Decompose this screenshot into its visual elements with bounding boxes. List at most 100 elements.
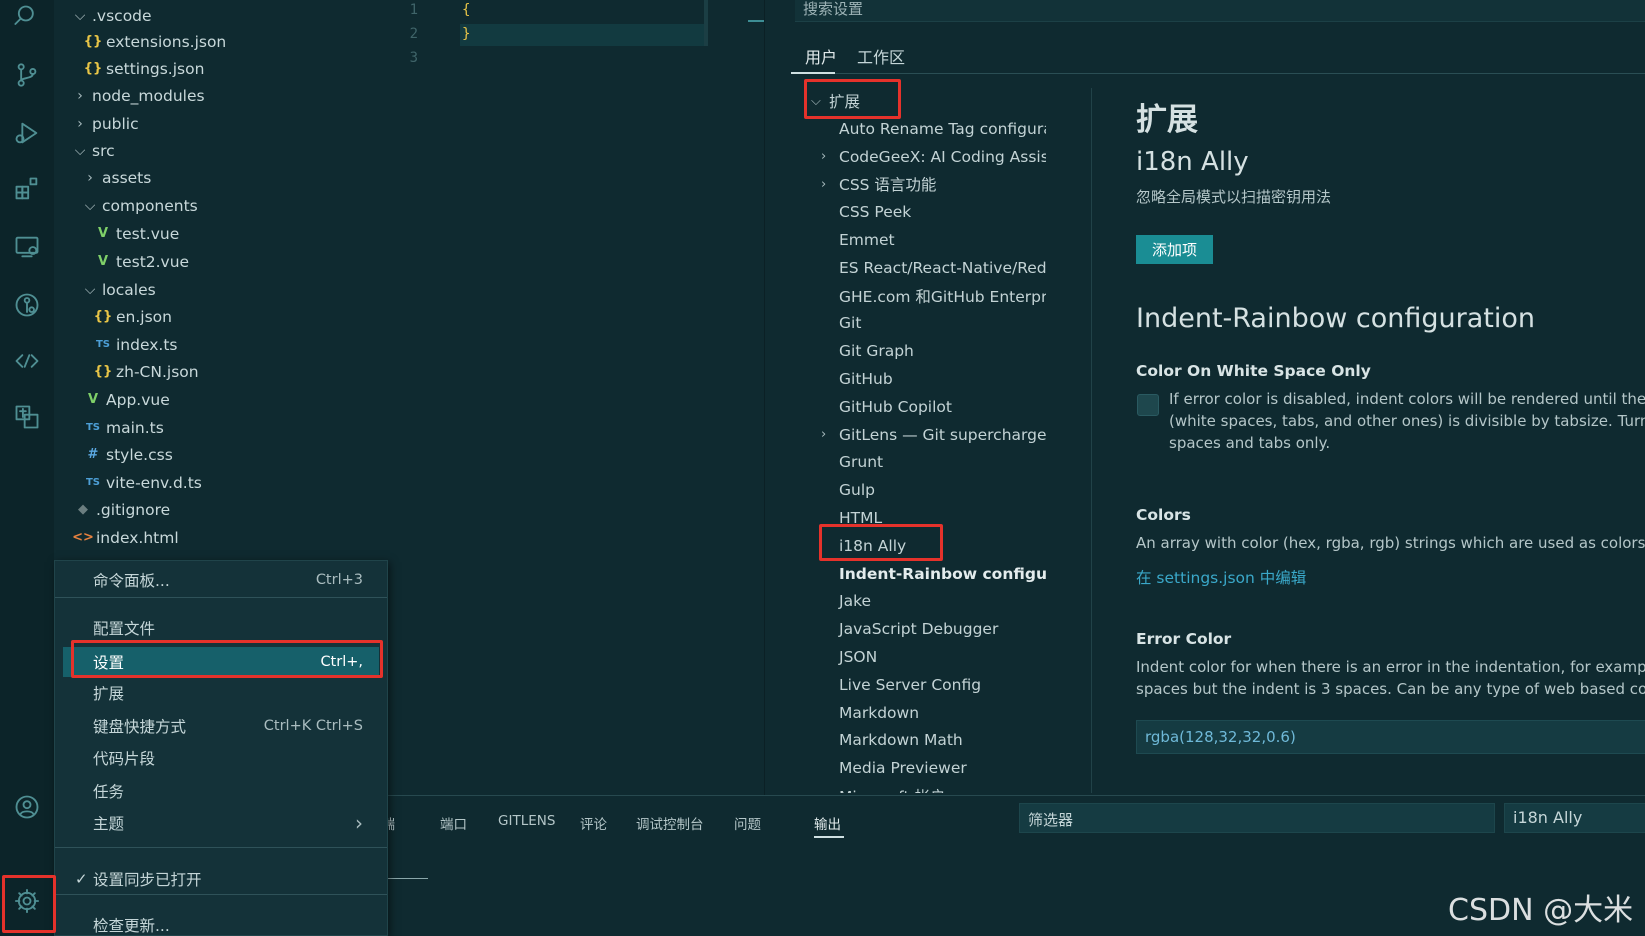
explorer-item[interactable]: ◆ .gitignore (72, 496, 170, 523)
tab-user[interactable]: 用户 (805, 44, 837, 68)
explorer-item-label: node_modules (92, 86, 205, 105)
explorer-item[interactable]: {} settings.json (82, 55, 205, 82)
tab-debug-console[interactable]: 调试控制台 (636, 813, 704, 833)
toc-item[interactable]: CSS Peek (839, 199, 911, 225)
toc-item[interactable]: Live Server Config (839, 672, 981, 698)
chevron-down-icon: ⌵ (84, 197, 96, 214)
explorer-item-label: src (92, 141, 115, 160)
toc-item-label: Auto Rename Tag configuration (839, 119, 1046, 138)
toc-item[interactable]: GHE.com 和GitHub Enterprise服... (839, 283, 1046, 309)
menu-item[interactable]: 主题 › (63, 808, 379, 838)
minimap-slider[interactable] (748, 20, 764, 22)
editor-pane[interactable]: 1 2 3 { } (354, 0, 764, 795)
toc-item[interactable]: Git Graph (839, 338, 914, 364)
toc-item-label: Gulp (839, 481, 875, 500)
add-item-button[interactable]: 添加项 (1136, 235, 1214, 264)
explorer-item[interactable]: ⌵ locales (82, 276, 156, 303)
menu-item-label: 设置同步已打开 (93, 871, 202, 889)
editor-scrollbar[interactable] (704, 0, 708, 46)
toc-item[interactable]: Media Previewer (839, 755, 967, 781)
menu-item[interactable]: 键盘快捷方式 Ctrl+K Ctrl+S (63, 711, 379, 741)
output-filter-input[interactable]: 筛选器 (1019, 803, 1495, 833)
toc-item[interactable]: Auto Rename Tag configuration (839, 116, 1046, 142)
toc-item[interactable]: Gulp (839, 477, 875, 503)
explorer-item[interactable]: Vtest.vue (92, 220, 179, 247)
account-icon[interactable] (6, 786, 48, 828)
toc-item[interactable]: › Microsoft 帐户 (821, 783, 945, 793)
menu-item[interactable]: 代码片段 (63, 743, 379, 773)
toc-item[interactable]: Emmet (839, 227, 895, 253)
explorer-item-label: extensions.json (106, 32, 227, 51)
explorer-item[interactable]: Vtest2.vue (92, 248, 189, 275)
explorer-item-label: test.vue (116, 224, 180, 243)
menu-item[interactable]: ✓ 设置同步已打开 (63, 864, 379, 894)
tab-output[interactable]: 输出 (814, 813, 841, 833)
colors-setting-title: Colors (1136, 506, 1191, 524)
remote-explorer-icon[interactable] (6, 226, 48, 268)
settings-search-input[interactable]: 搜索设置 (795, 0, 1645, 22)
toc-item[interactable]: Grunt (839, 449, 883, 475)
toc-item[interactable]: Indent-Rainbow configuration (839, 561, 1046, 587)
source-control-icon[interactable] (6, 54, 48, 96)
tab-ports[interactable]: 端口 (440, 813, 467, 833)
toc-item[interactable]: JavaScript Debugger (839, 616, 998, 642)
edit-in-settings-json-link[interactable]: 在 settings.json 中编辑 (1136, 566, 1306, 588)
explorer-item-label: locales (102, 280, 156, 299)
explorer-item[interactable]: ⌵ .vscode (72, 2, 152, 29)
explorer-item[interactable]: TS main.ts (82, 414, 164, 441)
watermark: CSDN @大米 (1448, 893, 1634, 928)
explorer-item[interactable]: › assets (82, 164, 151, 191)
tab-workspace[interactable]: 工作区 (857, 44, 905, 68)
toc-item[interactable]: GitHub Copilot (839, 394, 952, 420)
toc-item[interactable]: › CSS 语言功能 (821, 171, 937, 197)
translate-icon[interactable] (6, 396, 48, 438)
toc-item-label: JSON (839, 648, 878, 666)
tab-problems[interactable]: 问题 (734, 813, 761, 833)
live-share-icon[interactable] (6, 340, 48, 382)
toc-item-label: Git Graph (839, 342, 914, 361)
toc-item[interactable]: JSON (839, 644, 877, 670)
toc-item[interactable]: Git (839, 310, 861, 336)
extensions-icon[interactable] (6, 168, 48, 210)
tab-gitlens[interactable]: GITLENS (498, 813, 555, 829)
explorer-item[interactable]: › public (72, 110, 138, 137)
explorer-item[interactable]: {} en.json (92, 303, 172, 330)
output-channel-select[interactable]: i18n Ally (1504, 803, 1645, 833)
tab-comments[interactable]: 评论 (580, 813, 607, 833)
white-space-checkbox[interactable] (1137, 394, 1159, 416)
explorer-item[interactable]: › node_modules (72, 82, 205, 109)
toc-item[interactable]: › CodeGeeX: AI Coding Assistant (821, 144, 1046, 170)
toc-item-label: CSS 语言功能 (839, 176, 937, 195)
toc-item-label: Markdown (839, 703, 920, 722)
indent-rainbow-title: Indent-Rainbow configuration (1136, 303, 1536, 334)
menu-item-label: 键盘快捷方式 (93, 718, 187, 736)
explorer-item[interactable]: ⌵ components (82, 192, 198, 219)
explorer-item[interactable]: {} zh-CN.json (92, 358, 199, 385)
gitlens-icon[interactable] (6, 284, 48, 326)
error-color-input[interactable]: rgba(128,32,32,0.6) (1136, 720, 1645, 754)
colors-description: An array with color (hex, rgba, rgb) str… (1136, 534, 1645, 552)
explorer-item[interactable]: {} extensions.json (82, 28, 227, 55)
vue-file-icon: V (97, 226, 109, 241)
toc-item-label: Markdown Math (839, 731, 963, 750)
menu-item[interactable]: 命令面板... Ctrl+3 (63, 565, 379, 595)
menu-item[interactable]: 检查更新... (63, 910, 379, 935)
explorer-item[interactable]: ⌵ src (72, 137, 115, 164)
toc-item[interactable]: Markdown Math (839, 727, 963, 753)
toc-item[interactable]: Markdown (839, 700, 919, 726)
explorer-item[interactable]: # style.css (82, 441, 173, 468)
menu-item[interactable]: 扩展 (63, 678, 379, 708)
toc-item[interactable]: ES React/React-Native/Redux sni... (839, 255, 1046, 281)
toc-item[interactable]: GitHub (839, 366, 893, 392)
toc-item[interactable]: Jake (839, 588, 871, 614)
run-debug-icon[interactable] (6, 112, 48, 154)
explorer-item[interactable]: TS index.ts (92, 331, 178, 358)
toc-item[interactable]: › GitLens — Git supercharged (821, 422, 1046, 448)
search-icon[interactable] (6, 0, 48, 38)
explorer-item[interactable]: <> index.html (72, 524, 179, 551)
menu-item[interactable]: 任务 (63, 776, 379, 806)
explorer-item-label: en.json (116, 307, 172, 326)
explorer-item[interactable]: V App.vue (82, 386, 170, 413)
menu-item[interactable]: 配置文件 (63, 613, 379, 643)
explorer-item[interactable]: TS vite-env.d.ts (82, 469, 202, 496)
